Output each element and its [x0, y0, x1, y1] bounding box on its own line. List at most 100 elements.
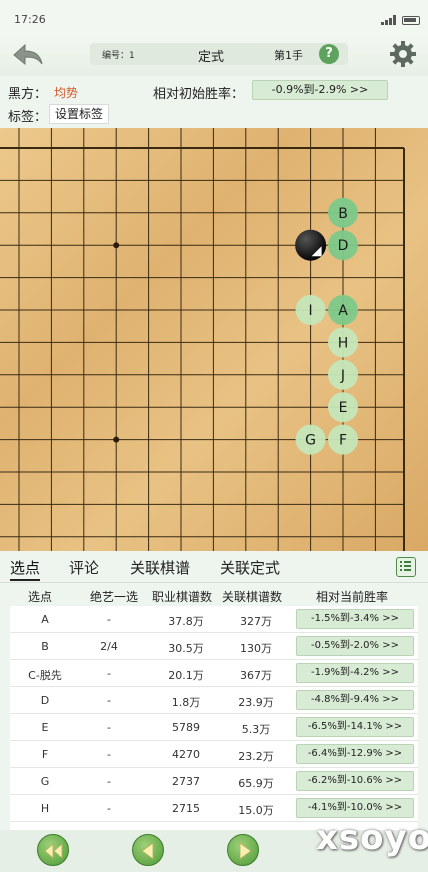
cell-ai-pick: - — [107, 748, 111, 761]
cell-ai-pick: - — [107, 694, 111, 707]
cell-related-games: 23.2万 — [238, 750, 274, 763]
board-grid: BD I AH JE G F — [0, 128, 405, 551]
first-move-button[interactable] — [37, 834, 69, 866]
game-info-panel: 黑方： 均势 相对初始胜率： -0.9%到-2.9% >> 标签： 设置标签 — [0, 76, 428, 128]
cell-point: B — [41, 640, 49, 653]
arrow-right-icon — [239, 842, 252, 860]
cell-ai-pick: - — [107, 667, 111, 680]
signal-icon — [381, 15, 397, 25]
col-header-related-games: 关联棋谱数 — [222, 590, 283, 604]
settings-button[interactable] — [388, 39, 418, 69]
cell-point: F — [41, 748, 49, 761]
battery-icon — [402, 16, 420, 25]
candidate-point-g[interactable]: G — [295, 424, 326, 455]
cell-point: G — [40, 775, 50, 788]
move-number: 第1手 — [274, 49, 303, 62]
initial-rate-button[interactable]: -0.9%到-2.9% >> — [252, 80, 388, 100]
black-label: 黑方： — [8, 87, 48, 102]
list-view-button[interactable] — [396, 557, 416, 577]
list-icon — [400, 561, 411, 571]
cell-pro-games: 5789 — [172, 721, 200, 734]
question-icon: ? — [325, 46, 333, 61]
candidate-point-f[interactable]: F — [328, 424, 358, 455]
cell-pro-games: 2715 — [172, 802, 200, 815]
status-bar: 17:26 — [0, 0, 428, 36]
back-arrow-icon — [13, 43, 43, 66]
candidate-point-a[interactable]: A — [328, 295, 358, 325]
set-tag-button[interactable]: 设置标签 — [49, 104, 109, 124]
cell-point: H — [40, 802, 50, 815]
cell-relative-rate-button[interactable]: -1.5%到-3.4% >> — [296, 609, 414, 629]
cell-related-games: 327万 — [240, 615, 272, 628]
cell-related-games: 15.0万 — [238, 804, 274, 817]
status-time: 17:26 — [14, 13, 46, 26]
info-bar: 编号：1 定式 第1手 — [90, 43, 348, 65]
candidate-label: I — [309, 303, 313, 319]
cell-relative-rate-button[interactable]: -4.8%到-9.4% >> — [296, 690, 414, 710]
col-header-ai-pick: 绝艺一选 — [90, 590, 139, 604]
candidate-point-j[interactable]: J — [328, 359, 358, 390]
candidate-point-e[interactable]: E — [328, 392, 358, 423]
rewind-icon — [44, 843, 63, 859]
candidate-point-b[interactable]: B — [328, 197, 358, 228]
tab-related-joseki[interactable]: 关联定式 — [220, 557, 280, 578]
cell-relative-rate-button[interactable]: -1.9%到-4.2% >> — [296, 663, 414, 683]
table-row[interactable]: D - 1.8万 23.9万 -4.8%到-9.4% >> — [10, 687, 418, 714]
tab-comments[interactable]: 评论 — [69, 557, 99, 578]
cell-pro-games: 20.1万 — [168, 669, 204, 682]
cell-relative-rate-button[interactable]: -4.1%到-10.0% >> — [296, 798, 414, 818]
col-header-point: 选点 — [28, 590, 53, 604]
candidate-label: H — [338, 335, 349, 351]
star-point — [113, 436, 120, 443]
candidate-point-d[interactable]: D — [328, 230, 358, 261]
cell-pro-games: 4270 — [172, 748, 200, 761]
cell-relative-rate-button[interactable]: -6.5%到-14.1% >> — [296, 717, 414, 737]
table-row[interactable]: F - 4270 23.2万 -6.4%到-12.9% >> — [10, 741, 418, 768]
cell-related-games: 65.9万 — [238, 777, 274, 790]
cell-relative-rate-button[interactable]: -6.2%到-10.6% >> — [296, 771, 414, 791]
back-button[interactable] — [10, 40, 46, 70]
candidate-label: B — [338, 206, 348, 222]
cell-relative-rate-button[interactable]: -0.5%到-2.0% >> — [296, 636, 414, 656]
table-row[interactable]: G - 2737 65.9万 -6.2%到-10.6% >> — [10, 768, 418, 795]
cell-related-games: 23.9万 — [238, 696, 274, 709]
cell-ai-pick: - — [107, 802, 111, 815]
table-row[interactable]: A - 37.8万 327万 -1.5%到-3.4% >> — [10, 606, 418, 633]
cell-relative-rate-button[interactable]: -6.4%到-12.9% >> — [296, 744, 414, 764]
candidate-label: G — [305, 433, 316, 449]
table-row[interactable]: E - 5789 5.3万 -6.5%到-14.1% >> — [10, 714, 418, 741]
table-row[interactable]: B 2/4 30.5万 130万 -0.5%到-2.0% >> — [10, 633, 418, 660]
candidate-label: D — [338, 238, 349, 254]
table-row[interactable]: C-脱先 - 20.1万 367万 -1.9%到-4.2% >> — [10, 660, 418, 687]
tab-related-games[interactable]: 关联棋谱 — [130, 557, 190, 578]
col-header-relative-rate: 相对当前胜率 — [316, 590, 389, 604]
gear-icon — [390, 41, 416, 67]
cell-point: A — [41, 613, 49, 626]
tab-bar: 选点 评论 关联棋谱 关联定式 — [0, 551, 428, 583]
candidates-table: 选点 绝艺一选 职业棋谱数 关联棋谱数 相对当前胜率 A -37.8万 327万 -1… — [10, 584, 418, 830]
candidate-point-i[interactable]: I — [295, 295, 326, 325]
candidate-label: E — [339, 400, 348, 416]
candidate-label: F — [339, 433, 347, 449]
cell-related-games: 130万 — [240, 642, 272, 655]
prev-move-button[interactable] — [132, 834, 164, 866]
cell-related-games: 367万 — [240, 669, 272, 682]
record-number: 编号：1 — [102, 51, 135, 61]
candidate-label: A — [338, 303, 348, 319]
help-button[interactable]: ? — [319, 44, 339, 64]
cell-ai-pick: - — [107, 721, 111, 734]
cell-ai-pick: - — [107, 775, 111, 788]
page-title: 定式 — [198, 50, 225, 65]
col-header-pro-games: 职业棋谱数 — [152, 590, 213, 604]
candidate-point-h[interactable]: H — [328, 327, 358, 358]
candidate-label: J — [340, 368, 345, 384]
next-move-button[interactable] — [227, 834, 259, 866]
cell-point: D — [40, 694, 50, 707]
cell-pro-games: 37.8万 — [168, 615, 204, 628]
table-header: 选点 绝艺一选 职业棋谱数 关联棋谱数 相对当前胜率 — [10, 584, 418, 606]
go-board[interactable]: BD I AH JE G F — [0, 128, 428, 551]
tag-label: 标签： — [8, 110, 48, 125]
tab-candidates[interactable]: 选点 — [10, 557, 40, 578]
arrow-left-icon — [141, 842, 154, 860]
cell-point: E — [41, 721, 49, 734]
